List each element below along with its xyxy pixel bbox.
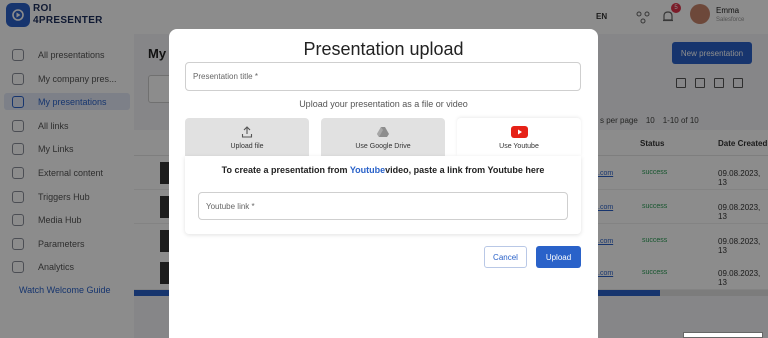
upload-icon — [241, 126, 253, 138]
youtube-link-text[interactable]: Youtube — [350, 165, 385, 175]
dialog-title: Presentation upload — [303, 39, 464, 59]
google-drive-icon — [376, 126, 390, 138]
youtube-icon — [510, 126, 528, 138]
upload-hint: Upload your presentation as a file or vi… — [299, 99, 468, 109]
bottom-right-widget — [683, 332, 763, 338]
youtube-instructions: To create a presentation from Youtubevid… — [185, 165, 581, 175]
tab-label: Upload file — [230, 143, 264, 150]
tab-label: Use Google Drive — [355, 143, 411, 150]
youtube-link-input[interactable] — [198, 192, 568, 220]
cancel-button[interactable]: Cancel — [484, 246, 527, 268]
tab-upload-file[interactable]: Upload file — [185, 118, 309, 156]
youtube-tab-panel: To create a presentation from Youtubevid… — [185, 156, 581, 234]
tab-google-drive[interactable]: Use Google Drive — [321, 118, 445, 156]
tab-youtube[interactable]: Use Youtube — [457, 118, 581, 156]
instructions-text-before: To create a presentation from — [221, 165, 350, 175]
instructions-text-after: video, paste a link from Youtube here — [385, 165, 545, 175]
presentation-upload-dialog: Presentation upload Upload your presenta… — [169, 29, 598, 338]
presentation-title-input[interactable] — [185, 62, 581, 91]
tab-label: Use Youtube — [499, 143, 539, 150]
upload-button[interactable]: Upload — [536, 246, 581, 268]
